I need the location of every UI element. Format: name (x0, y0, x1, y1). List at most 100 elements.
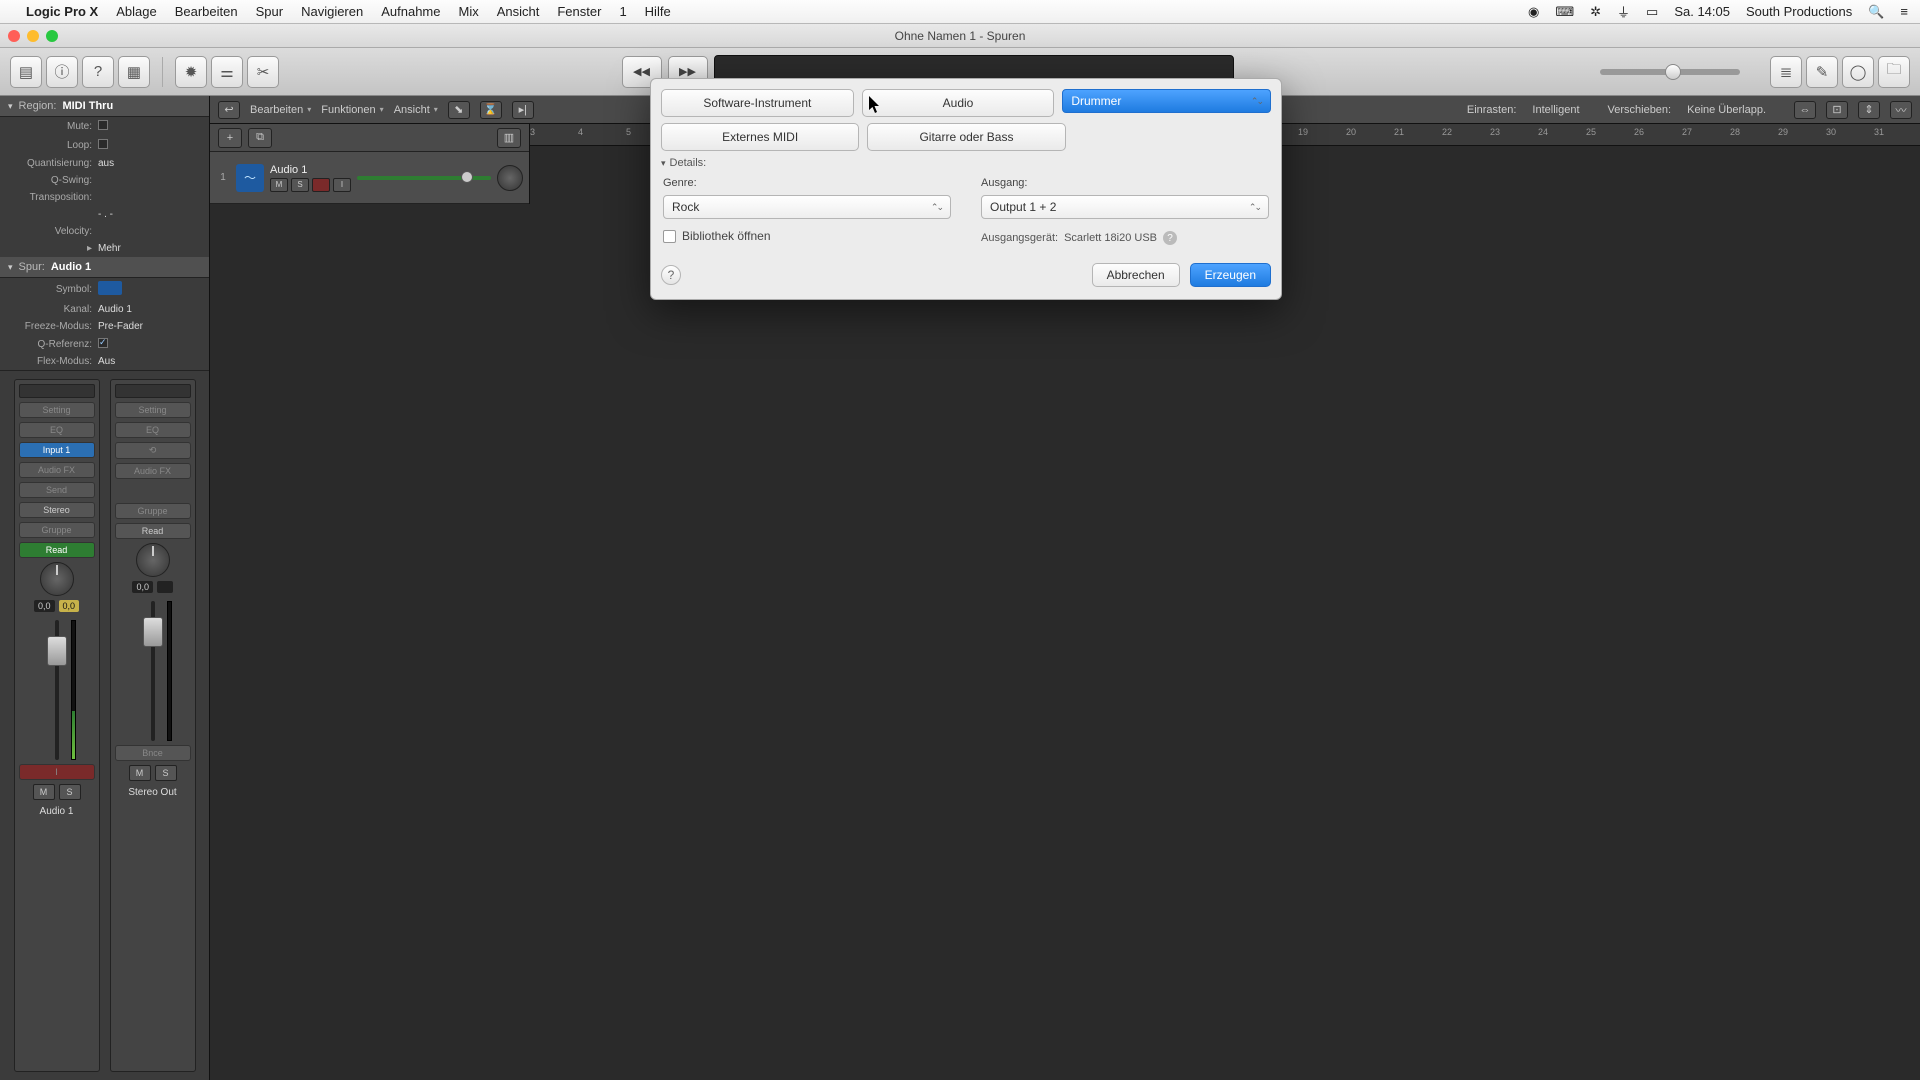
menu-track[interactable]: Spur (256, 4, 283, 19)
duplicate-track-button[interactable]: ⧉ (248, 128, 272, 148)
details-disclosure[interactable]: Details: (661, 157, 1271, 169)
pan-knob[interactable] (40, 562, 74, 596)
track-icon-thumb[interactable] (98, 281, 122, 295)
menu-window[interactable]: Fenster (557, 4, 601, 19)
cancel-button[interactable]: Abbrechen (1092, 263, 1180, 287)
snap-select[interactable]: Intelligent (1526, 102, 1597, 118)
format-slot[interactable]: Stereo (19, 502, 95, 518)
quickhelp-button[interactable]: ? (82, 56, 114, 88)
input-slot[interactable]: Input 1 (19, 442, 95, 458)
waveform-zoom-button[interactable]: 〰 (1890, 101, 1912, 119)
zoom-fit-button[interactable]: ⊡ (1826, 101, 1848, 119)
menu-mix[interactable]: Mix (459, 4, 479, 19)
channel-value[interactable]: Audio 1 (98, 304, 132, 315)
track-row-1[interactable]: 1 〜 Audio 1 M S I (210, 152, 529, 204)
toolmenu-button[interactable]: ▸| (512, 101, 534, 119)
eq-slot[interactable]: EQ (19, 422, 95, 438)
tab-audio[interactable]: Audio (862, 89, 1055, 117)
inspector-region-header[interactable]: ▾ Region: MIDI Thru (0, 96, 209, 117)
toolbar-button[interactable]: ▦ (118, 56, 150, 88)
global-tracks-button[interactable]: ▥ (497, 128, 521, 148)
mixer-button[interactable]: ⚌ (211, 56, 243, 88)
menu-record[interactable]: Aufnahme (381, 4, 440, 19)
edit-menu[interactable]: Bearbeiten (250, 104, 311, 116)
menu-edit[interactable]: Bearbeiten (175, 4, 238, 19)
volume-fader-out[interactable] (128, 601, 178, 741)
menu-view[interactable]: Ansicht (497, 4, 540, 19)
inspector-track-header[interactable]: ▾ Spur: Audio 1 (0, 257, 209, 278)
status-display-icon[interactable]: ▭ (1646, 4, 1658, 20)
tab-drummer[interactable]: Drummer (1062, 89, 1271, 113)
create-button[interactable]: Erzeugen (1190, 263, 1271, 287)
inspector-button[interactable]: ⓘ (46, 56, 78, 88)
add-track-button[interactable]: + (218, 128, 242, 148)
menu-file[interactable]: Ablage (116, 4, 156, 19)
pan-knob-out[interactable] (136, 543, 170, 577)
automation-button[interactable]: ⬊ (448, 101, 470, 119)
menu-help[interactable]: Hilfe (645, 4, 671, 19)
link-slot[interactable]: ⟲ (115, 442, 191, 459)
solo-button[interactable]: S (59, 784, 81, 800)
output-select[interactable]: Output 1 + 2 (981, 195, 1269, 219)
tab-software-instrument[interactable]: Software-Instrument (661, 89, 854, 117)
track-input-button[interactable]: I (333, 178, 351, 192)
setting-slot[interactable]: Setting (19, 402, 95, 418)
dialog-help-button[interactable]: ? (661, 265, 681, 285)
loop-checkbox[interactable] (98, 139, 108, 149)
open-library-checkbox[interactable] (663, 230, 676, 243)
mute-button[interactable]: M (33, 784, 55, 800)
track-icon[interactable]: 〜 (236, 164, 264, 192)
track-mute-button[interactable]: M (270, 178, 288, 192)
app-name[interactable]: Logic Pro X (26, 4, 98, 19)
functions-menu[interactable]: Funktionen (321, 104, 383, 116)
status-sync-icon[interactable]: ✲ (1590, 4, 1601, 20)
catch-playhead-button[interactable]: ↩ (218, 101, 240, 119)
menu-extras-icon[interactable]: ≡ (1900, 4, 1908, 19)
send-slot[interactable]: Send (19, 482, 95, 498)
quantize-value[interactable]: aus (98, 158, 114, 169)
qref-checkbox[interactable] (98, 338, 108, 348)
smartcontrols-button[interactable]: ✹ (175, 56, 207, 88)
window-zoom-button[interactable] (46, 30, 58, 42)
genre-select[interactable]: Rock (663, 195, 951, 219)
track-solo-button[interactable]: S (291, 178, 309, 192)
view-menu[interactable]: Ansicht (394, 104, 438, 116)
status-keyboard-icon[interactable]: ⌨ (1555, 4, 1574, 20)
track-volume-slider[interactable] (357, 176, 491, 180)
listeditors-button[interactable]: ≣ (1770, 56, 1802, 88)
window-close-button[interactable] (8, 30, 20, 42)
bounce-button[interactable]: Bnce (115, 745, 191, 761)
status-bluetooth-icon[interactable]: ⏚ (1617, 2, 1630, 21)
volume-fader[interactable] (32, 620, 82, 760)
track-record-button[interactable] (312, 178, 330, 192)
flex-value[interactable]: Aus (98, 356, 115, 367)
master-volume-slider[interactable] (1600, 69, 1740, 75)
menubar-clock[interactable]: Sa. 14:05 (1674, 4, 1730, 19)
freeze-value[interactable]: Pre-Fader (98, 321, 143, 332)
tab-guitar-bass[interactable]: Gitarre oder Bass (867, 123, 1065, 151)
library-button[interactable]: ▤ (10, 56, 42, 88)
window-minimize-button[interactable] (27, 30, 39, 42)
tab-external-midi[interactable]: Externes MIDI (661, 123, 859, 151)
zoom-v-button[interactable]: ⇕ (1858, 101, 1880, 119)
flex-button[interactable]: ⌛ (480, 101, 502, 119)
status-record-icon[interactable]: ◉ (1528, 4, 1539, 20)
device-info-icon[interactable]: ? (1163, 231, 1177, 245)
loops-button[interactable]: ◯ (1842, 56, 1874, 88)
menubar-user[interactable]: South Productions (1746, 4, 1852, 19)
mute-checkbox[interactable] (98, 120, 108, 130)
drag-select[interactable]: Keine Überlapp. (1681, 102, 1784, 118)
spotlight-icon[interactable]: 🔍 (1868, 4, 1884, 20)
menu-navigate[interactable]: Navigieren (301, 4, 363, 19)
menu-1[interactable]: 1 (619, 4, 626, 19)
editors-button[interactable]: ✂ (247, 56, 279, 88)
audiofx-slot[interactable]: Audio FX (19, 462, 95, 478)
input-monitor-button[interactable]: I (19, 764, 95, 780)
group-slot[interactable]: Gruppe (19, 522, 95, 538)
browser-button[interactable]: 🗀 (1878, 56, 1910, 88)
automation-slot[interactable]: Read (19, 542, 95, 558)
track-pan-knob[interactable] (497, 165, 523, 191)
notepad-button[interactable]: ✎ (1806, 56, 1838, 88)
zoom-h-button[interactable]: ⇔ (1794, 101, 1816, 119)
more-disclosure[interactable]: Mehr (98, 243, 121, 254)
